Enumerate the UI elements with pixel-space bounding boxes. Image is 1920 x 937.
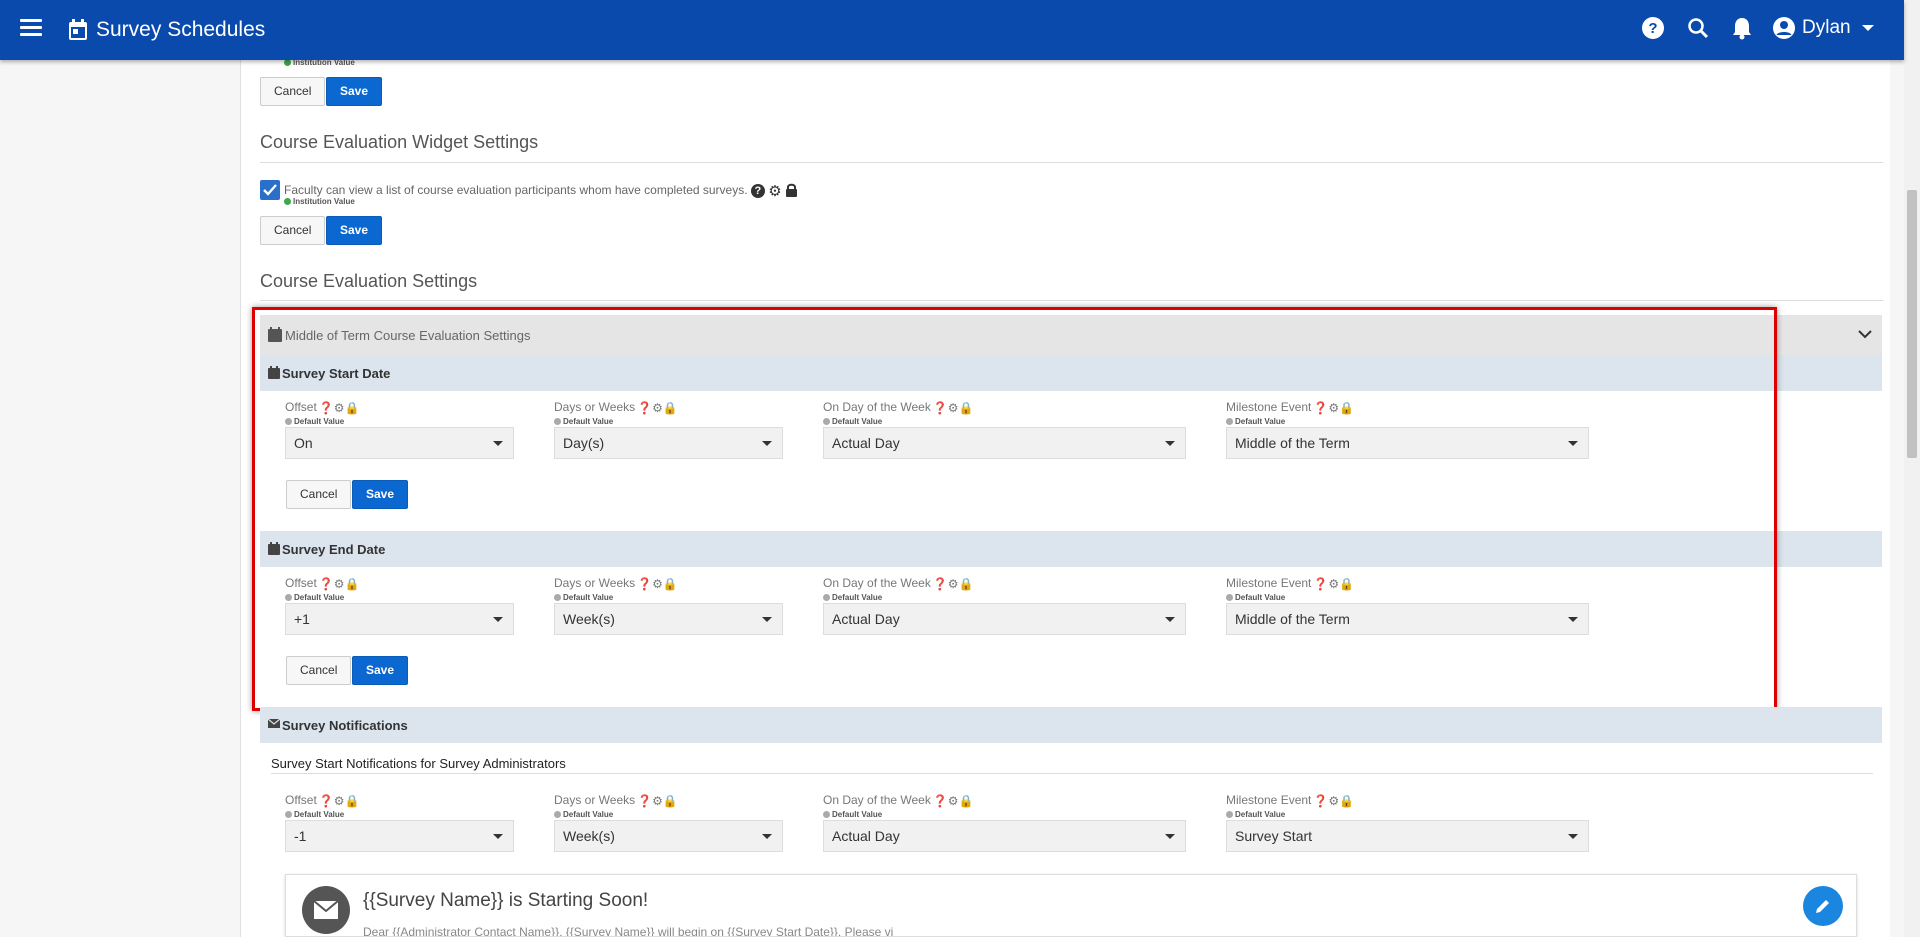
bell-icon[interactable] <box>1731 16 1753 40</box>
cancel-button[interactable]: Cancel <box>260 77 326 106</box>
default-value-badge: Default Value <box>285 810 344 819</box>
user-menu[interactable]: Dylan <box>1802 17 1874 39</box>
envelope-icon <box>268 718 280 728</box>
help-icon[interactable]: ? <box>1641 16 1665 40</box>
status-dot <box>1226 811 1233 819</box>
edit-button[interactable] <box>1803 886 1843 926</box>
help-gear-lock-icons[interactable]: ❓⚙🔒 <box>319 794 360 808</box>
save-button[interactable]: Save <box>326 77 383 106</box>
scrollbar-thumb[interactable] <box>1907 190 1917 458</box>
gear-icon[interactable]: ⚙ <box>768 183 781 200</box>
status-dot <box>554 811 561 819</box>
status-dot <box>284 59 291 67</box>
offset-select[interactable]: -1 <box>285 820 514 852</box>
divider <box>271 773 1873 774</box>
help-icon[interactable]: ? <box>750 184 765 198</box>
institution-value-badge: Institution Value <box>284 197 355 206</box>
highlight-box <box>252 307 1777 711</box>
default-value-badge: Default Value <box>823 810 882 819</box>
section-title: Survey Notifications <box>282 718 408 733</box>
survey-notifications-bar: Survey Notifications <box>260 707 1882 743</box>
default-value-badge: Default Value <box>1226 810 1285 819</box>
save-button[interactable]: Save <box>326 216 383 245</box>
participants-checkbox[interactable] <box>260 180 280 200</box>
lock-icon[interactable] <box>785 183 798 200</box>
envelope-icon <box>302 886 350 934</box>
svg-text:?: ? <box>1648 20 1657 37</box>
caret-down-icon <box>1568 834 1578 839</box>
caret-down-icon <box>1165 834 1175 839</box>
caret-down-icon <box>493 834 503 839</box>
account-circle-icon[interactable] <box>1772 16 1796 40</box>
user-name: Dylan <box>1802 17 1851 38</box>
notification-body: Dear {{Administrator Contact Name}}, {{S… <box>363 925 894 937</box>
days-weeks-select[interactable]: Week(s) <box>554 820 783 852</box>
check-icon <box>263 184 277 196</box>
day-of-week-select[interactable]: Actual Day <box>823 820 1186 852</box>
chevron-down-icon <box>1861 24 1874 31</box>
help-gear-lock-icons[interactable]: ❓⚙🔒 <box>933 794 974 808</box>
app-bar: Survey Schedules ? Dylan <box>0 0 1904 60</box>
participants-checkbox-label: Faculty can view a list of course evalua… <box>284 182 798 200</box>
widget-settings-heading: Course Evaluation Widget Settings <box>260 132 539 152</box>
status-dot <box>284 198 291 206</box>
status-dot <box>285 811 292 819</box>
caret-down-icon <box>762 834 772 839</box>
pencil-icon <box>1816 900 1829 913</box>
notifications-sub-heading: Survey Start Notifications for Survey Ad… <box>271 756 566 771</box>
offset-label: Offset ❓⚙🔒 <box>285 793 360 808</box>
page-title: Survey Schedules <box>96 18 266 41</box>
status-dot <box>823 811 830 819</box>
days-weeks-label: Days or Weeks ❓⚙🔒 <box>554 793 678 808</box>
hamburger-menu-icon[interactable] <box>20 19 42 41</box>
help-gear-lock-icons[interactable]: ❓⚙🔒 <box>1313 794 1354 808</box>
notification-title: {{Survey Name}} is Starting Soon! <box>363 890 649 911</box>
chevron-down-icon[interactable] <box>1857 328 1873 340</box>
milestone-event-select[interactable]: Survey Start <box>1226 820 1589 852</box>
search-icon[interactable] <box>1686 16 1710 40</box>
default-value-badge: Default Value <box>554 810 613 819</box>
notification-template-card: {{Survey Name}} is Starting Soon! Dear {… <box>285 874 1857 937</box>
course-eval-settings-heading: Course Evaluation Settings <box>260 271 478 291</box>
calendar-icon <box>69 19 87 40</box>
divider <box>260 162 1883 163</box>
milestone-event-label: Milestone Event ❓⚙🔒 <box>1226 793 1355 808</box>
scrollbar[interactable] <box>1904 0 1920 937</box>
cancel-button[interactable]: Cancel <box>260 216 326 245</box>
divider <box>260 300 1883 301</box>
help-gear-lock-icons[interactable]: ❓⚙🔒 <box>637 794 678 808</box>
day-of-week-label: On Day of the Week ❓⚙🔒 <box>823 793 974 808</box>
